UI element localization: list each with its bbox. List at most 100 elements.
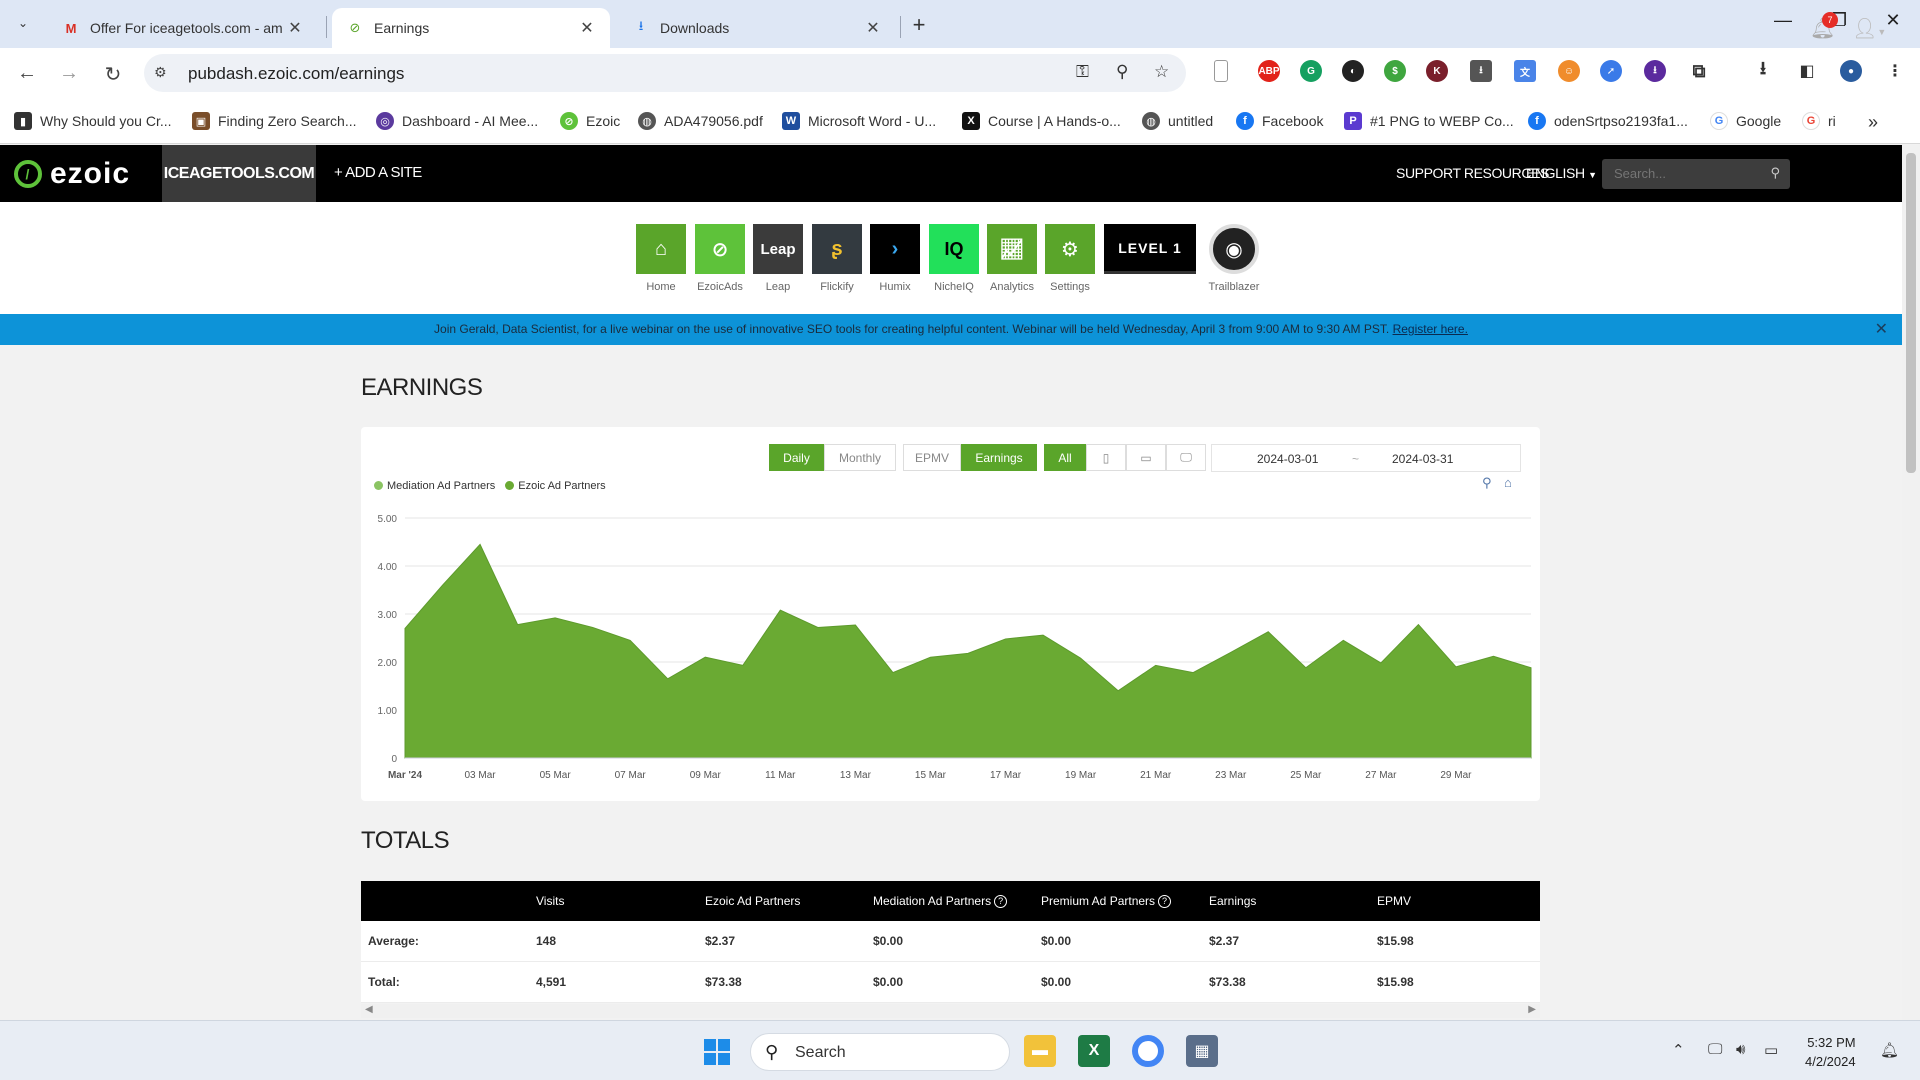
chrome-icon[interactable] bbox=[1132, 1035, 1164, 1067]
app-humix[interactable]: › Humix bbox=[869, 224, 921, 293]
ezoic-logo[interactable]: / ezoic bbox=[14, 157, 130, 191]
extension-purple-download-icon[interactable]: ⭳ bbox=[1644, 60, 1666, 82]
vertical-scrollbar[interactable] bbox=[1902, 145, 1920, 1020]
bookmark-item[interactable]: ▮ Why Should you Cr... bbox=[14, 112, 172, 130]
app-analytics[interactable]: 📈︎ Analytics bbox=[986, 224, 1038, 293]
url-text[interactable]: pubdash.ezoic.com/earnings bbox=[188, 64, 404, 84]
header-search-input[interactable] bbox=[1614, 166, 1754, 181]
zoom-icon[interactable]: ⚲ bbox=[1482, 475, 1492, 491]
calculator-icon[interactable]: ▦ bbox=[1186, 1035, 1218, 1067]
earnings-button[interactable]: Earnings bbox=[961, 444, 1037, 471]
date-to[interactable]: 2024-03-31 bbox=[1392, 452, 1453, 466]
bookmark-item[interactable]: P #1 PNG to WEBP Co... bbox=[1344, 112, 1514, 130]
register-link[interactable]: Register here. bbox=[1393, 322, 1468, 336]
adblock-icon[interactable]: ABP bbox=[1258, 60, 1280, 82]
bookmark-item[interactable]: X Course | A Hands-o... bbox=[962, 112, 1121, 130]
daily-button[interactable]: Daily bbox=[769, 444, 824, 471]
level-badge[interactable]: LEVEL 1 bbox=[1104, 224, 1196, 274]
reload-icon[interactable]: ↻ bbox=[100, 62, 126, 87]
bookmark-item[interactable]: ⊘ Ezoic bbox=[560, 112, 620, 130]
downloads-icon[interactable]: ⭳ bbox=[1752, 58, 1774, 82]
file-explorer-icon[interactable]: ▬ bbox=[1024, 1035, 1056, 1067]
column-header[interactable]: Premium Ad Partners? bbox=[1041, 881, 1172, 921]
app-ezoicads[interactable]: ⊘ EzoicAds bbox=[694, 224, 746, 293]
bookmark-item[interactable]: ◎ Dashboard - AI Mee... bbox=[376, 112, 538, 130]
excel-icon[interactable]: X bbox=[1078, 1035, 1110, 1067]
bookmark-item[interactable]: ◍ ADA479056.pdf bbox=[638, 112, 763, 130]
date-range-picker[interactable]: 2024-03-01 ~ 2024-03-31 bbox=[1211, 444, 1521, 472]
extension-rocket-icon[interactable]: ➚ bbox=[1600, 60, 1622, 82]
more-bookmarks-icon[interactable]: » bbox=[1868, 112, 1878, 133]
extension-bot-icon[interactable]: ☺ bbox=[1558, 60, 1580, 82]
scroll-left-icon[interactable]: ◀ bbox=[365, 1004, 373, 1015]
new-tab-button[interactable]: + bbox=[906, 12, 932, 38]
app-home[interactable]: ⌂ Home bbox=[635, 224, 687, 293]
legend-item[interactable]: Ezoic Ad Partners bbox=[505, 480, 606, 492]
volume-icon[interactable]: 🔊︎ bbox=[1736, 1041, 1745, 1058]
extension-download-icon[interactable]: ⭳ bbox=[1470, 60, 1492, 82]
menu-dots-icon[interactable]: ⋮ bbox=[1884, 60, 1906, 82]
extension-dollar-icon[interactable]: $ bbox=[1384, 60, 1406, 82]
app-flickify[interactable]: ʂ Flickify bbox=[811, 224, 863, 293]
battery-icon[interactable]: ▭ bbox=[1764, 1041, 1778, 1059]
grammarly-icon[interactable]: G bbox=[1300, 60, 1322, 82]
forward-icon[interactable]: → bbox=[56, 62, 82, 85]
password-key-icon[interactable]: ⚿ bbox=[1076, 62, 1089, 82]
side-panel-icon[interactable]: ◧ bbox=[1796, 60, 1818, 82]
tab-gmail[interactable]: M Offer For iceagetools.com - am ✕ bbox=[48, 8, 318, 48]
app-trailblazer[interactable]: ◉ Trailblazer bbox=[1204, 224, 1264, 293]
bookmark-item[interactable]: f Facebook bbox=[1236, 112, 1323, 130]
tab-search-dropdown[interactable]: ⌄ bbox=[10, 10, 36, 36]
bookmark-item[interactable]: W Microsoft Word - U... bbox=[782, 112, 936, 130]
add-site-link[interactable]: + ADD A SITE bbox=[334, 164, 422, 181]
bookmark-item[interactable]: G Google bbox=[1710, 112, 1781, 130]
all-devices-button[interactable]: All bbox=[1044, 444, 1086, 471]
profile-avatar[interactable]: ● bbox=[1840, 60, 1862, 82]
bookmark-star-icon[interactable]: ☆ bbox=[1154, 62, 1169, 82]
system-clock[interactable]: 5:32 PM 4/2/2024 bbox=[1805, 1033, 1856, 1071]
tab-earnings[interactable]: ⊘ Earnings ✕ bbox=[332, 8, 610, 48]
horizontal-scrollbar[interactable]: ◀ ▶ bbox=[361, 1004, 1540, 1018]
bookmark-item[interactable]: Gri bbox=[1802, 112, 1836, 130]
extension-k-icon[interactable]: K bbox=[1426, 60, 1448, 82]
column-header[interactable]: Ezoic Ad Partners bbox=[705, 881, 800, 921]
help-icon[interactable]: ? bbox=[994, 894, 1008, 908]
site-info-icon[interactable]: ⚙ bbox=[154, 64, 167, 81]
tray-chevron-icon[interactable]: ⌃ bbox=[1672, 1041, 1685, 1059]
close-icon[interactable]: ✕ bbox=[1875, 314, 1888, 345]
phone-extension-icon[interactable] bbox=[1214, 60, 1228, 82]
site-selector[interactable]: ICEAGETOOLS.COM bbox=[162, 145, 316, 202]
epmv-button[interactable]: EPMV bbox=[903, 444, 961, 471]
column-header[interactable]: Visits bbox=[536, 881, 564, 921]
back-icon[interactable]: ← bbox=[14, 62, 40, 85]
language-dropdown[interactable]: ENGLISH ▼ bbox=[1526, 165, 1597, 181]
help-icon[interactable]: ? bbox=[1158, 894, 1172, 908]
home-icon[interactable]: ⌂ bbox=[1504, 475, 1512, 490]
network-icon[interactable]: 🖵︎ bbox=[1708, 1041, 1722, 1058]
translate-icon[interactable]: 文 bbox=[1514, 60, 1536, 82]
zoom-icon[interactable]: ⚲ bbox=[1116, 62, 1128, 82]
column-header[interactable]: Earnings bbox=[1209, 881, 1256, 921]
mobile-button[interactable]: ▯ bbox=[1086, 444, 1126, 471]
omnibox[interactable]: ⚙ pubdash.ezoic.com/earnings ⚿ ⚲ ☆ bbox=[144, 54, 1186, 92]
legend-item[interactable]: Mediation Ad Partners bbox=[374, 480, 495, 492]
tab-downloads[interactable]: ⭳ Downloads ✕ bbox=[618, 8, 896, 48]
tablet-button[interactable]: ▭ bbox=[1126, 444, 1166, 471]
taskbar-search[interactable]: ⚲ Search bbox=[750, 1033, 1010, 1071]
scrollbar-thumb[interactable] bbox=[1906, 153, 1916, 473]
app-nicheiq[interactable]: IQ NicheIQ bbox=[928, 224, 980, 293]
date-from[interactable]: 2024-03-01 bbox=[1257, 452, 1318, 466]
search-icon[interactable]: ⚲ bbox=[1770, 165, 1780, 181]
close-icon[interactable]: ✕ bbox=[578, 18, 596, 38]
monthly-button[interactable]: Monthly bbox=[824, 444, 896, 471]
app-settings[interactable]: ⚙ Settings bbox=[1044, 224, 1096, 293]
windows-start-icon[interactable] bbox=[704, 1039, 730, 1065]
bookmark-item[interactable]: f odenSrtpso2193fa1... bbox=[1528, 112, 1688, 130]
desktop-button[interactable]: 🖵︎ bbox=[1166, 444, 1206, 471]
column-header[interactable]: Mediation Ad Partners? bbox=[873, 881, 1008, 921]
bookmark-item[interactable]: ◍ untitled bbox=[1142, 112, 1213, 130]
scroll-right-icon[interactable]: ▶ bbox=[1528, 1004, 1536, 1015]
minimize-icon[interactable]: — bbox=[1768, 10, 1798, 31]
header-search[interactable]: ⚲ bbox=[1602, 159, 1790, 189]
close-icon[interactable]: ✕ bbox=[286, 18, 304, 38]
